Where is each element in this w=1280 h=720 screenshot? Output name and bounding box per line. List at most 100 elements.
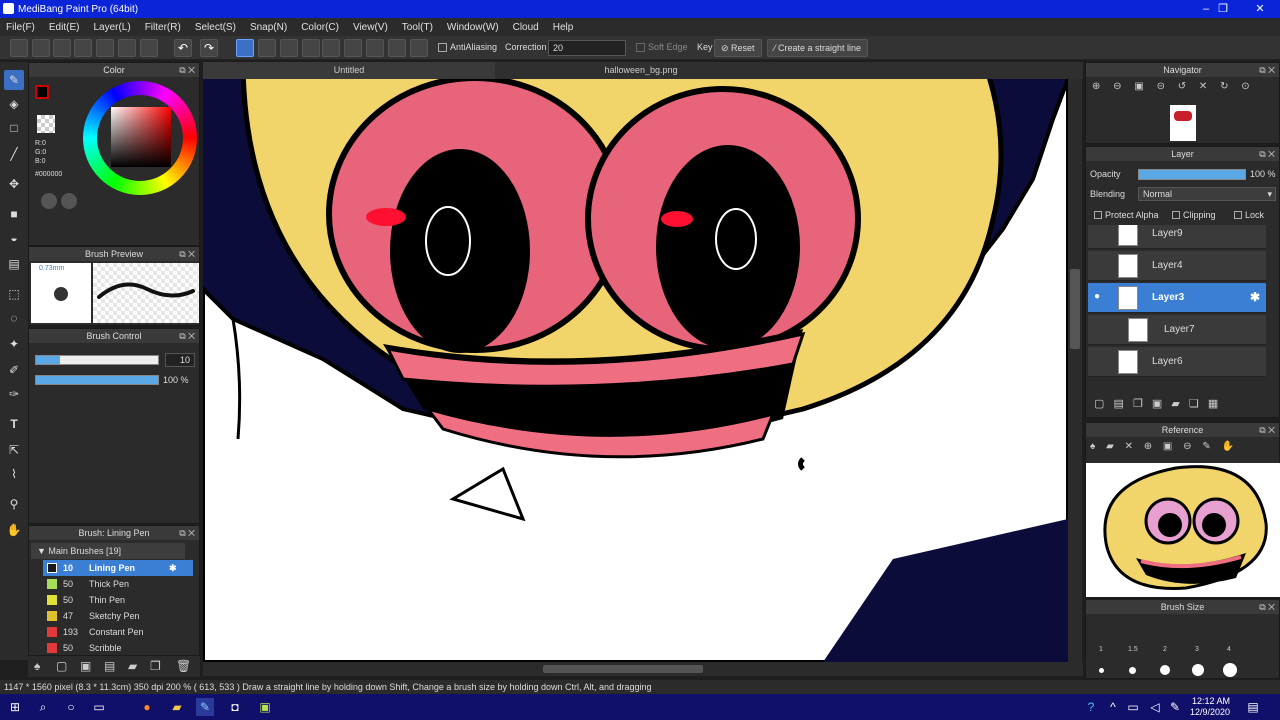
new-layer-icon[interactable]: ▢ — [1094, 398, 1104, 410]
brush-size-dot[interactable] — [1192, 664, 1204, 676]
eyedropper-icon[interactable]: ✎ — [1202, 441, 1210, 452]
gear-icon[interactable]: ✱ — [1250, 290, 1260, 304]
chevron-up-icon[interactable]: ^ — [1104, 698, 1122, 716]
palette-settings-icon[interactable] — [61, 193, 77, 209]
blending-select[interactable]: Normal ▾ — [1138, 187, 1276, 201]
protect-alpha-checkbox[interactable] — [1094, 211, 1102, 219]
scroll-thumb[interactable] — [543, 665, 703, 673]
menu-filter[interactable]: Filter(R) — [145, 22, 181, 33]
layer-row[interactable]: Layer6 — [1088, 347, 1266, 377]
canvas-horizontal-scrollbar[interactable] — [203, 662, 1083, 676]
list-icon[interactable] — [118, 39, 136, 57]
close-icon[interactable]: ✕ — [1125, 441, 1133, 452]
windows-start-icon[interactable]: ⊞ — [6, 698, 24, 716]
add-brush-icon[interactable]: ♠ — [34, 659, 40, 673]
medibang-icon[interactable]: ✎ — [196, 698, 214, 716]
tab-halloween-bg[interactable]: halloween_bg.png — [495, 62, 787, 79]
move-tool-icon[interactable]: ✥ — [4, 174, 24, 194]
text-tool-icon[interactable]: T — [4, 414, 24, 434]
layer-opacity-slider[interactable] — [1138, 169, 1246, 180]
gradient-tool-icon[interactable]: ▤ — [4, 254, 24, 274]
brush-size-dot[interactable] — [1160, 665, 1170, 675]
new-layer-type-icon[interactable]: ▤ — [1113, 398, 1123, 410]
page-icon[interactable] — [96, 39, 114, 57]
search-icon[interactable]: ⌕ — [34, 698, 52, 716]
eraser-tool-icon[interactable]: ◈ — [4, 94, 24, 114]
menu-select[interactable]: Select(S) — [195, 22, 236, 33]
panel-popout-close-icon[interactable]: ⧉ ✕ — [179, 63, 195, 77]
zoom-out-icon[interactable]: ⊖ — [1183, 441, 1191, 452]
undo-icon[interactable]: ↶ — [174, 39, 192, 57]
menu-snap[interactable]: Snap(N) — [250, 22, 287, 33]
hand-tool-icon[interactable]: ✋ — [4, 520, 24, 540]
transparent-color-swatch[interactable] — [37, 115, 55, 133]
firefox-icon[interactable]: ● — [138, 698, 156, 716]
select-tool-icon[interactable]: ⬚ — [4, 284, 24, 304]
notification-icon[interactable]: ▤ — [1244, 698, 1262, 716]
panel-popout-close-icon[interactable]: ⧉ ✕ — [1259, 147, 1275, 161]
reference-image[interactable] — [1086, 463, 1280, 597]
brush-size-slider[interactable] — [35, 355, 159, 365]
canvas-vertical-scrollbar[interactable] — [1068, 79, 1082, 662]
snap-parallel-icon[interactable] — [258, 39, 276, 57]
menu-file[interactable]: File(F) — [6, 22, 35, 33]
redo-icon[interactable]: ↷ — [200, 39, 218, 57]
eye-icon[interactable]: ● — [1094, 291, 1100, 302]
brush-size-dot[interactable] — [1223, 663, 1237, 677]
copy-layer-icon[interactable]: ❐ — [1133, 398, 1143, 410]
brush-item[interactable]: 47 Sketchy Pen — [43, 608, 193, 624]
drawing-canvas[interactable] — [203, 79, 1068, 662]
panel-popout-close-icon[interactable]: ⧉ ✕ — [1259, 600, 1275, 614]
panel-popout-close-icon[interactable]: ⧉ ✕ — [179, 329, 195, 343]
layer-row[interactable]: Layer7 — [1088, 315, 1266, 345]
snap-radial-icon[interactable] — [322, 39, 340, 57]
gear-icon[interactable]: ✱ — [169, 560, 177, 576]
brush-opacity-slider[interactable] — [35, 375, 159, 385]
brush-item[interactable]: 50 Thick Pen — [43, 576, 193, 592]
snap-settings-icon[interactable] — [410, 39, 428, 57]
maximize-button[interactable]: ❐ — [1207, 0, 1239, 18]
lock-checkbox[interactable] — [1234, 211, 1242, 219]
magic-wand-tool-icon[interactable]: ✦ — [4, 334, 24, 354]
app-icon-3[interactable]: ▣ — [256, 698, 274, 716]
menu-cloud[interactable]: Cloud — [513, 22, 539, 33]
palette-icon[interactable] — [41, 193, 57, 209]
saturation-value-square[interactable] — [111, 107, 171, 167]
tab-untitled[interactable]: Untitled — [203, 62, 495, 79]
snap-grid-icon[interactable] — [280, 39, 298, 57]
reset-view-icon[interactable]: ⊙ — [1241, 81, 1249, 92]
foreground-color-swatch[interactable] — [35, 85, 49, 99]
folder-icon[interactable]: ▰ — [1171, 398, 1179, 410]
lasso-tool-icon[interactable]: ◌ — [4, 308, 24, 328]
snap-off-icon[interactable] — [236, 39, 254, 57]
navigator-thumbnail[interactable] — [1170, 105, 1196, 141]
fill-rect-tool-icon[interactable]: ■ — [4, 204, 24, 224]
cloud-icon[interactable] — [10, 39, 28, 57]
zoom-in-icon[interactable]: ⊕ — [1092, 81, 1100, 92]
brush-size-label[interactable]: 1 — [1099, 646, 1103, 653]
menu-layer[interactable]: Layer(L) — [93, 22, 130, 33]
menu-color[interactable]: Color(C) — [301, 22, 339, 33]
panel-popout-close-icon[interactable]: ⧉ ✕ — [179, 247, 195, 261]
merge-icon[interactable]: ❏ — [1189, 398, 1199, 410]
hand-icon[interactable]: ✋ — [1222, 441, 1234, 452]
shape-tool-icon[interactable]: □ — [4, 118, 24, 138]
menu-window[interactable]: Window(W) — [447, 22, 499, 33]
network-icon[interactable]: ▭ — [1124, 698, 1142, 716]
menu-tool[interactable]: Tool(T) — [402, 22, 433, 33]
flip-icon[interactable]: ✕ — [1199, 81, 1207, 92]
panel-popout-close-icon[interactable]: ⧉ ✕ — [179, 526, 195, 540]
brush-size-dot[interactable] — [1099, 668, 1104, 673]
brush-size-label[interactable]: 3 — [1195, 646, 1199, 653]
help-icon[interactable]: ? — [1082, 698, 1100, 716]
layer-settings-icon[interactable]: ▦ — [1208, 398, 1218, 410]
brush-size-value[interactable]: 10 — [165, 353, 195, 367]
line-tool-icon[interactable]: ╱ — [4, 144, 24, 164]
duplicate-icon[interactable]: ❐ — [150, 659, 161, 673]
snap-curve-icon[interactable] — [366, 39, 384, 57]
brush-size-label[interactable]: 1.5 — [1128, 646, 1138, 653]
layer-row[interactable]: ● Layer3 ✱ — [1088, 283, 1266, 313]
brush-menu-icon[interactable]: ▣ — [80, 659, 91, 673]
brush-item[interactable]: 10 Lining Pen ✱ — [43, 560, 193, 576]
brush-size-label[interactable]: 4 — [1227, 646, 1231, 653]
